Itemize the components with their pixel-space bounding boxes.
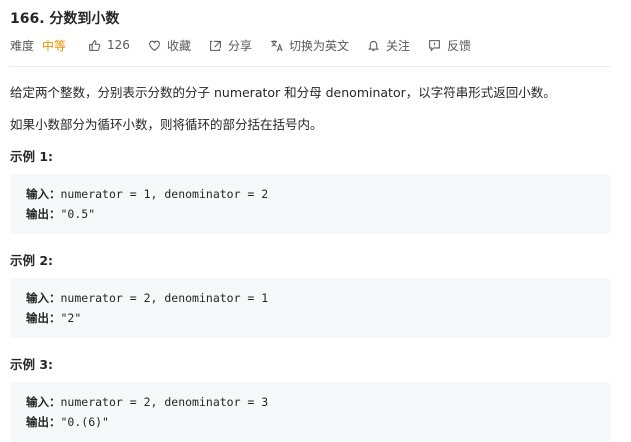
- translate-label: 切换为英文: [288, 38, 349, 53]
- heart-icon: [149, 40, 160, 51]
- like-count: 126: [107, 38, 130, 52]
- example-2-output: "2": [60, 311, 82, 325]
- thumbs-up-icon: [89, 39, 101, 51]
- example-1-input: numerator = 1, denominator = 2: [60, 187, 269, 201]
- input-label: 输入：: [26, 187, 61, 201]
- example-1-title: 示例 1:: [10, 149, 54, 164]
- favorite-label: 收藏: [166, 38, 191, 53]
- difficulty-badge: 中等: [42, 38, 67, 53]
- output-label: 输出：: [26, 311, 61, 325]
- output-label: 输出：: [26, 415, 61, 429]
- example-3-codebox: 输入：numerator = 2, denominator = 3 输出："0.…: [10, 382, 611, 442]
- example-3-input-line: 输入：numerator = 2, denominator = 3: [26, 394, 268, 410]
- input-label: 输入：: [26, 291, 61, 305]
- header-divider: [10, 66, 611, 67]
- share-icon: [210, 40, 221, 51]
- problem-title: 166. 分数到小数: [10, 11, 120, 27]
- difficulty-label: 难度: [10, 38, 35, 53]
- input-label: 输入：: [26, 395, 61, 409]
- example-1-input-line: 输入：numerator = 1, denominator = 2: [26, 186, 268, 202]
- example-3-input: numerator = 2, denominator = 3: [60, 395, 269, 409]
- translate-icon: [271, 39, 283, 51]
- follow-label: 关注: [385, 38, 410, 53]
- example-1-codebox: 输入：numerator = 1, denominator = 2 输出："0.…: [10, 174, 611, 234]
- example-3-output: "0.(6)": [60, 415, 109, 429]
- feedback-label: 反馈: [447, 38, 472, 53]
- example-1-output: "0.5": [60, 207, 96, 221]
- output-label: 输出：: [26, 207, 61, 221]
- favorite-button[interactable]: 收藏: [148, 37, 191, 54]
- feedback-button[interactable]: 反馈: [428, 37, 471, 54]
- example-2-codebox: 输入：numerator = 2, denominator = 1 输出："2": [10, 278, 611, 338]
- share-label: 分享: [227, 38, 252, 53]
- description-paragraph-2: 如果小数部分为循环小数，则将循环的部分括在括号内。: [10, 117, 323, 132]
- share-button[interactable]: 分享: [209, 37, 252, 54]
- like-button[interactable]: 126: [88, 38, 130, 52]
- follow-button[interactable]: 关注: [367, 37, 410, 54]
- example-2-output-line: 输出："2": [26, 310, 81, 326]
- example-2-title: 示例 2:: [10, 253, 54, 268]
- description-paragraph-1: 给定两个整数，分别表示分数的分子 numerator 和分母 denominat…: [10, 85, 556, 100]
- example-3-title: 示例 3:: [10, 357, 54, 372]
- example-1-output-line: 输出："0.5": [26, 206, 95, 222]
- example-2-input: numerator = 2, denominator = 1: [60, 291, 269, 305]
- bell-icon: [368, 40, 379, 51]
- example-3-output-line: 输出："0.(6)": [26, 414, 109, 430]
- translate-button[interactable]: 切换为英文: [270, 37, 349, 54]
- problem-toolbar: 难度 中等 126 收藏 分享 切换为英文 关注 反馈: [10, 35, 489, 55]
- feedback-icon: [429, 39, 440, 52]
- example-2-input-line: 输入：numerator = 2, denominator = 1: [26, 290, 268, 306]
